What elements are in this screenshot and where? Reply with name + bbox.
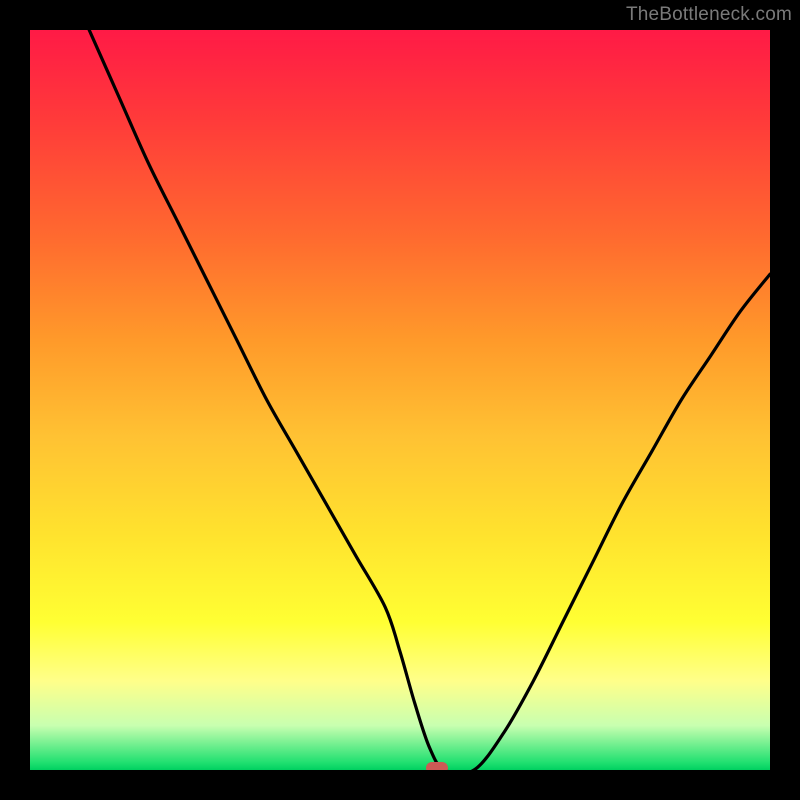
watermark-label: TheBottleneck.com: [626, 4, 792, 26]
bottleneck-curve: [30, 30, 770, 770]
chart-frame: TheBottleneck.com: [0, 0, 800, 800]
plot-area: [30, 30, 770, 770]
optimum-marker: [426, 762, 448, 770]
